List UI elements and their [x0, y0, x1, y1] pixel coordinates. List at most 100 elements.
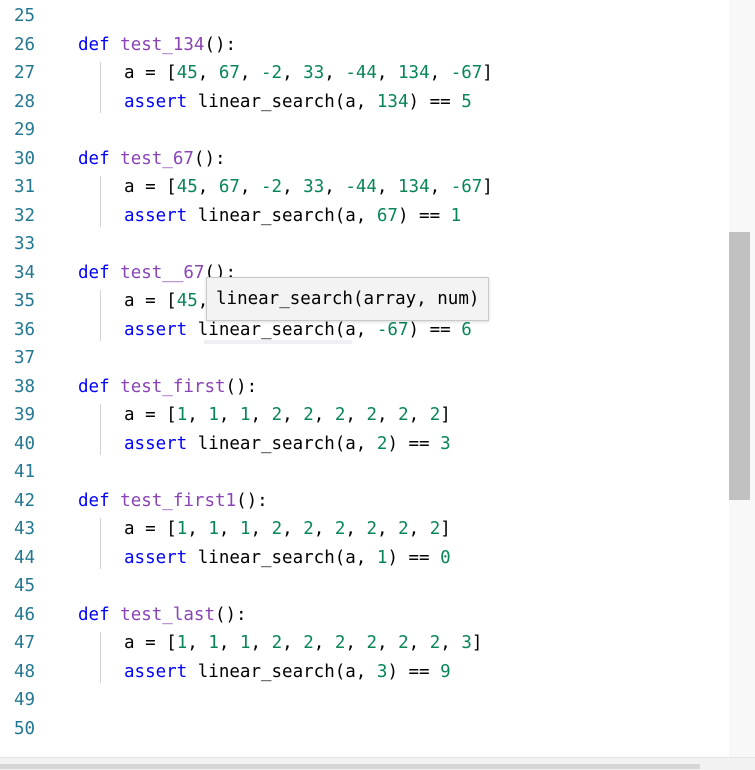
- punctuation: ) ==: [408, 319, 462, 340]
- punctuation: ,: [282, 633, 304, 653]
- punctuation: ) ==: [408, 91, 462, 112]
- line-number: 41: [14, 462, 36, 482]
- number-literal: 2: [366, 633, 377, 653]
- number-literal: 2: [271, 633, 283, 653]
- code-line: 47 a = [1, 1, 1, 2, 2, 2, 2, 2, 2, 3]: [0, 629, 729, 657]
- number-literal: 6: [461, 319, 472, 340]
- keyword-assert: assert: [124, 319, 188, 340]
- assign-prefix: a = [: [124, 291, 177, 311]
- number-literal: 134: [376, 91, 409, 112]
- keyword-def: def: [78, 34, 110, 55]
- number-literal: 134: [398, 63, 430, 83]
- code-text: def test_first():: [78, 373, 257, 401]
- number-literal: 2: [334, 519, 346, 539]
- number-literal: 1: [239, 519, 251, 539]
- number-literal: 33: [303, 63, 325, 83]
- code-text: def test_first1():: [78, 487, 268, 515]
- number-literal: 2: [398, 633, 409, 653]
- number-literal: 1: [239, 405, 251, 425]
- punctuation: ) ==: [387, 547, 441, 568]
- punctuation: ,: [197, 177, 219, 197]
- line-number: 44: [14, 547, 36, 568]
- keyword-assert: assert: [124, 661, 188, 682]
- punctuation: ,: [282, 405, 304, 425]
- punctuation: ,: [250, 633, 272, 653]
- keyword-assert: assert: [124, 547, 188, 568]
- code-text: def test_last():: [78, 601, 247, 629]
- function-name: test_134: [120, 34, 205, 55]
- number-literal: 2: [366, 519, 377, 539]
- indent-guide: [100, 518, 101, 569]
- punctuation: ,: [282, 63, 304, 83]
- assign-prefix: a = [: [124, 177, 177, 197]
- punctuation: ,: [239, 63, 261, 83]
- number-literal: 2: [334, 405, 346, 425]
- number-literal: 2: [366, 405, 377, 425]
- number-literal: -2: [261, 177, 283, 197]
- line-number: 25: [14, 6, 36, 26]
- code-line: 40 assert linear_search(a, 2) == 3: [0, 430, 729, 458]
- number-literal: 2: [303, 519, 314, 539]
- number-literal: 67: [376, 205, 398, 226]
- punctuation: ,: [218, 519, 240, 539]
- function-name: test_67: [120, 148, 194, 169]
- number-literal: 1: [450, 205, 462, 226]
- punctuation: ,: [218, 633, 240, 653]
- number-literal: 45: [176, 63, 198, 83]
- keyword-def: def: [78, 490, 110, 511]
- line-number: 37: [14, 348, 36, 368]
- call-prefix: linear_search(a,: [197, 661, 377, 682]
- punctuation: ,: [408, 633, 430, 653]
- code-line: 25: [0, 2, 729, 30]
- punctuation: ,: [429, 63, 451, 83]
- punctuation: ]: [482, 177, 493, 197]
- number-literal: 1: [376, 547, 388, 568]
- number-literal: 2: [303, 633, 314, 653]
- punctuation: ,: [250, 519, 272, 539]
- call-prefix: linear_search(a,: [197, 433, 377, 454]
- punctuation: ,: [313, 633, 335, 653]
- code-text: assert linear_search(a, 3) == 9: [124, 658, 451, 686]
- number-literal: 2: [334, 633, 346, 653]
- line-number: 40: [14, 433, 36, 454]
- punctuation: ,: [376, 633, 399, 653]
- code-line: 27 a = [45, 67, -2, 33, -44, 134, -67]: [0, 59, 729, 87]
- number-literal: -67: [450, 63, 483, 83]
- code-text: assert linear_search(a, 1) == 0: [124, 544, 451, 572]
- code-line: 26 def test_134():: [0, 31, 729, 59]
- code-line: 42 def test_first1():: [0, 487, 729, 515]
- punctuation: ,: [408, 519, 430, 539]
- number-literal: 1: [176, 633, 188, 653]
- code-line: 44 assert linear_search(a, 1) == 0: [0, 544, 729, 572]
- punctuation: ,: [250, 405, 272, 425]
- code-line: 33: [0, 230, 729, 258]
- line-number: 50: [14, 718, 36, 739]
- indent-guide: [100, 176, 101, 227]
- punctuation: ,: [376, 177, 398, 197]
- number-literal: 2: [429, 633, 441, 653]
- indent-guide: [100, 290, 101, 341]
- punctuation: ,: [187, 633, 209, 653]
- horizontal-scrollbar-thumb[interactable]: [0, 764, 700, 769]
- code-line: 38 def test_first():: [0, 373, 729, 401]
- line-number: 27: [14, 63, 36, 83]
- assign-prefix: a = [: [124, 63, 177, 83]
- punctuation: ():: [214, 604, 247, 625]
- code-editor[interactable]: 25 26 def test_134(): 27 a = [45, 67, -2, 33…: [0, 0, 729, 757]
- code-line: 46 def test_last():: [0, 601, 729, 629]
- number-literal: 2: [303, 405, 314, 425]
- number-literal: -44: [345, 177, 377, 197]
- line-number: 30: [14, 148, 36, 169]
- number-literal: 2: [271, 519, 283, 539]
- punctuation: ]: [440, 519, 451, 539]
- code-line: 41: [0, 458, 729, 486]
- line-number: 49: [14, 690, 36, 710]
- vertical-scrollbar-thumb[interactable]: [729, 232, 750, 500]
- line-number: 38: [14, 376, 36, 397]
- punctuation: ,: [345, 519, 367, 539]
- punctuation: ,: [197, 63, 219, 83]
- punctuation: ,: [440, 633, 462, 653]
- code-line: 28 assert linear_search(a, 134) == 5: [0, 88, 729, 116]
- line-number: 33: [14, 234, 36, 254]
- number-literal: 1: [208, 405, 219, 425]
